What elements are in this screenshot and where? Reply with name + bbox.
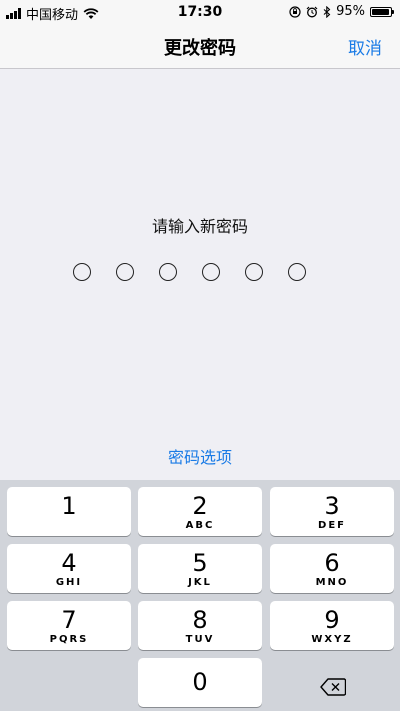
key-4[interactable]: 4 GHI xyxy=(7,544,131,593)
status-right: 95% xyxy=(289,4,394,19)
key-letters: JKL xyxy=(188,577,212,588)
key-digit: 0 xyxy=(192,668,208,696)
key-digit: 4 xyxy=(61,549,77,577)
key-letters: ABC xyxy=(185,520,215,531)
battery-level xyxy=(372,8,390,15)
key-7[interactable]: 7 PQRS xyxy=(7,601,131,650)
passcode-dot xyxy=(159,263,177,281)
key-0[interactable]: 0 xyxy=(138,658,262,707)
alarm-icon xyxy=(306,6,318,17)
passcode-options-link[interactable]: 密码选项 xyxy=(0,444,400,468)
passcode-dot xyxy=(288,263,306,281)
passcode-dots xyxy=(73,263,306,281)
key-letters: PQRS xyxy=(49,634,89,645)
passcode-prompt: 请输入新密码 xyxy=(151,217,248,236)
delete-button[interactable] xyxy=(271,662,395,711)
lock-rotation-icon xyxy=(289,5,301,18)
key-letters: GHI xyxy=(55,577,83,588)
key-digit: 7 xyxy=(61,606,77,634)
key-digit: 8 xyxy=(192,606,208,634)
key-digit: 5 xyxy=(192,549,208,577)
status-bar: 中国移动 17:30 95% xyxy=(0,0,400,24)
key-digit: 3 xyxy=(324,492,340,520)
page-title: 更改密码 xyxy=(164,38,236,59)
battery-icon xyxy=(370,6,394,17)
key-letters: WXYZ xyxy=(311,634,353,645)
battery-percent: 95% xyxy=(336,4,365,19)
key-3[interactable]: 3 DEF xyxy=(270,487,394,536)
key-letters: TUV xyxy=(185,634,215,645)
backspace-icon xyxy=(320,677,346,696)
passcode-dot xyxy=(116,263,134,281)
nav-bar: 更改密码 取消 xyxy=(0,24,400,69)
key-2[interactable]: 2 ABC xyxy=(138,487,262,536)
key-digit: 9 xyxy=(324,606,340,634)
key-6[interactable]: 6 MNO xyxy=(270,544,394,593)
bluetooth-icon xyxy=(323,5,331,18)
passcode-dot xyxy=(202,263,220,281)
key-8[interactable]: 8 TUV xyxy=(138,601,262,650)
key-digit: 1 xyxy=(61,492,77,520)
numeric-keypad: 1 2 ABC 3 DEF 4 GHI 5 JKL 6 MNO 7 PQRS 8 TUV 9 WXYZ 0 xyxy=(0,480,400,711)
key-5[interactable]: 5 JKL xyxy=(138,544,262,593)
passcode-dot xyxy=(245,263,263,281)
key-digit: 6 xyxy=(324,549,340,577)
passcode-dot xyxy=(73,263,91,281)
key-1[interactable]: 1 xyxy=(7,487,131,536)
key-letters: DEF xyxy=(318,520,346,531)
key-9[interactable]: 9 WXYZ xyxy=(270,601,394,650)
key-letters: MNO xyxy=(315,577,349,588)
key-digit: 2 xyxy=(192,492,208,520)
cancel-button[interactable]: 取消 xyxy=(348,34,382,59)
